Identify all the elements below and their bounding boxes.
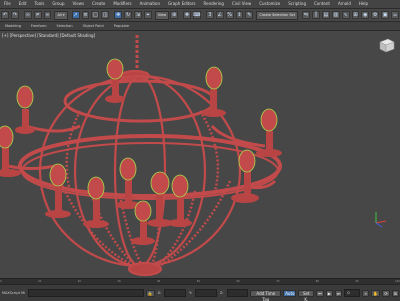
menu-help[interactable]: Help xyxy=(355,0,372,8)
pivot-center-icon[interactable]: ⊕ xyxy=(170,11,178,19)
redo-icon[interactable]: ↷ xyxy=(10,11,19,19)
menu-content[interactable]: Content xyxy=(310,0,334,8)
x-coordinate-label: X: xyxy=(157,291,162,295)
render-production-icon[interactable]: ☕ xyxy=(391,11,399,19)
zoom-icon[interactable]: ⌕ xyxy=(362,289,370,297)
perspective-viewport[interactable]: [+] [Perspective] [Standard] [Default Sh… xyxy=(0,31,400,278)
align-icon[interactable]: ⫿ xyxy=(311,11,320,19)
menu-file[interactable]: File xyxy=(0,0,15,8)
bind-space-warp-icon[interactable]: ≈ xyxy=(43,11,52,19)
unlink-icon[interactable]: ≠ xyxy=(33,11,42,19)
menu-civil-view[interactable]: Civil View xyxy=(228,0,255,8)
window-crossing-icon[interactable]: ◫ xyxy=(101,11,110,19)
menu-tools[interactable]: Tools xyxy=(30,0,48,8)
spinner-snap-icon[interactable]: ⇕ xyxy=(235,11,244,19)
curve-editor-icon[interactable]: ∿ xyxy=(341,11,350,19)
auto-key-button[interactable]: Auto xyxy=(283,289,297,297)
keyboard-shortcut-icon[interactable]: ⌨ xyxy=(192,11,201,19)
menu-arnold[interactable]: Arnold xyxy=(334,0,355,8)
menu-group[interactable]: Group xyxy=(48,0,68,8)
set-key-button[interactable]: Set K. xyxy=(298,289,315,301)
menu-edit[interactable]: Edit xyxy=(15,0,31,8)
toggle-ribbon-icon[interactable]: ▥ xyxy=(331,11,340,19)
ribbon-tab-populate[interactable]: Populate xyxy=(109,24,134,28)
mirror-icon[interactable]: ⇋ xyxy=(302,11,310,19)
maxscript-listener[interactable]: MAXScript Mi xyxy=(2,291,25,295)
go-to-end-icon[interactable]: ⏭ xyxy=(334,289,343,297)
axis-tripod-icon xyxy=(375,212,387,228)
menu-create[interactable]: Create xyxy=(88,0,109,8)
pan-icon[interactable]: ✋ xyxy=(371,289,381,297)
ribbon-tab-freeform[interactable]: Freeform xyxy=(26,24,52,28)
go-to-start-icon[interactable]: ⏮ xyxy=(316,289,324,297)
reference-coordinate-dropdown[interactable]: View xyxy=(154,10,170,20)
menu-rendering[interactable]: Rendering xyxy=(200,0,228,8)
menu-animation[interactable]: Animation xyxy=(136,0,164,8)
menu-graph-editors[interactable]: Graph Editors xyxy=(164,0,199,8)
status-prompt-field xyxy=(28,289,144,297)
undo-icon[interactable]: ↶ xyxy=(1,11,9,19)
select-by-name-icon[interactable]: ≡ xyxy=(81,11,90,19)
y-coordinate-label: Y: xyxy=(189,291,192,295)
maximize-viewport-icon[interactable]: ⊞ xyxy=(391,289,399,297)
percent-snap-icon[interactable]: % xyxy=(225,11,234,19)
select-object-icon[interactable]: ➚ xyxy=(71,11,80,19)
ribbon-tabs: Modeling Freeform Selection Object Paint… xyxy=(0,22,400,31)
z-coordinate-label: Z: xyxy=(219,291,224,295)
edit-named-selection-icon[interactable]: ✎ xyxy=(245,11,254,19)
y-coordinate-field[interactable] xyxy=(194,289,217,297)
status-bar: MAXScript Mi 🔒 X: Y: Z: Add Time Tag Aut… xyxy=(0,284,400,301)
named-selection-dropdown[interactable]: Create Selection Set xyxy=(256,10,299,20)
x-coordinate-field[interactable] xyxy=(164,289,187,297)
snaps-toggle-icon[interactable]: 3 xyxy=(205,11,214,19)
play-icon[interactable]: ▶ xyxy=(325,289,333,297)
layer-explorer-icon[interactable]: ▤ xyxy=(321,11,330,19)
selection-filter-dropdown[interactable]: All ▾ xyxy=(54,10,68,20)
angle-snap-icon[interactable]: ∠ xyxy=(215,11,224,19)
main-toolbar: ↶ ↷ ∞ ≠ ≈ All ▾ ➚ ≡ □ ◫ ✥ ↻ ⇲ ⌖ View ⊕ ✚… xyxy=(0,9,400,22)
ribbon-tab-object-paint[interactable]: Object Paint xyxy=(78,24,109,28)
material-editor-icon[interactable]: ◉ xyxy=(361,11,370,19)
link-icon[interactable]: ∞ xyxy=(23,11,32,19)
add-time-tag-button[interactable]: Add Time Tag xyxy=(250,289,282,301)
z-coordinate-field[interactable] xyxy=(226,289,249,297)
select-rotate-icon[interactable]: ↻ xyxy=(124,11,133,19)
menu-bar: File Edit Tools Group Views Create Modif… xyxy=(0,0,400,9)
menu-modifiers[interactable]: Modifiers xyxy=(109,0,135,8)
rectangular-selection-icon[interactable]: □ xyxy=(91,11,100,19)
menu-scripting[interactable]: Scripting xyxy=(284,0,310,8)
current-frame-field[interactable]: 0 xyxy=(344,289,361,297)
render-setup-icon[interactable]: ⚙ xyxy=(371,11,380,19)
ribbon-tab-selection[interactable]: Selection xyxy=(52,24,78,28)
orbit-icon[interactable]: ⟳ xyxy=(382,289,390,297)
select-move-icon[interactable]: ✥ xyxy=(114,11,123,19)
select-manipulate-icon[interactable]: ✚ xyxy=(183,11,191,19)
chandelier-model[interactable] xyxy=(0,31,400,278)
ribbon-tab-modeling[interactable]: Modeling xyxy=(0,24,26,28)
rendered-frame-window-icon[interactable]: ▣ xyxy=(381,11,390,19)
menu-customize[interactable]: Customize xyxy=(255,0,284,8)
lock-selection-icon[interactable]: 🔒 xyxy=(145,289,155,297)
select-scale-icon[interactable]: ⇲ xyxy=(134,11,142,19)
menu-views[interactable]: Views xyxy=(69,0,89,8)
schematic-view-icon[interactable]: ⊞ xyxy=(351,11,360,19)
place-icon[interactable]: ⌖ xyxy=(143,11,152,19)
